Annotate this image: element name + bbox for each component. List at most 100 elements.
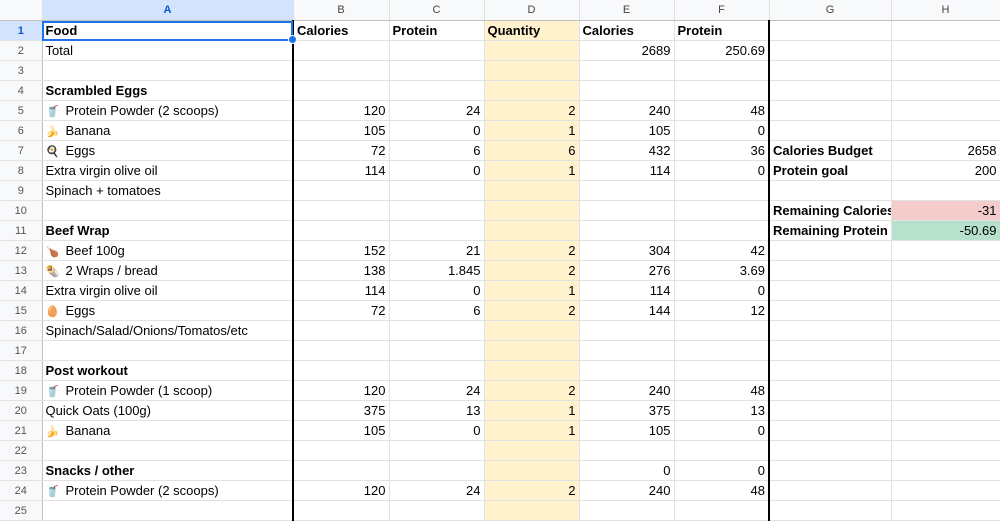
cell-b[interactable]: 375 bbox=[292, 400, 390, 421]
cell-g[interactable] bbox=[769, 260, 892, 281]
cell-c[interactable] bbox=[389, 460, 485, 481]
cell-c[interactable]: 0 bbox=[389, 280, 485, 301]
cell-a[interactable]: Total bbox=[42, 40, 294, 61]
cell-b[interactable]: 152 bbox=[292, 240, 390, 261]
cell-e[interactable] bbox=[579, 500, 675, 521]
cell-h[interactable] bbox=[891, 300, 1000, 321]
cell-d[interactable]: 2 bbox=[484, 300, 580, 321]
cell-c[interactable] bbox=[389, 200, 485, 221]
cell-a[interactable]: 🍌 Banana bbox=[42, 120, 294, 141]
cell-b[interactable]: Calories bbox=[292, 20, 390, 41]
cell-f[interactable]: 0 bbox=[674, 160, 770, 181]
column-header-a[interactable]: A bbox=[42, 0, 294, 21]
cell-f[interactable]: 12 bbox=[674, 300, 770, 321]
cell-a[interactable]: 🥤 Protein Powder (1 scoop) bbox=[42, 380, 294, 401]
cell-e[interactable] bbox=[579, 220, 675, 241]
cell-a[interactable] bbox=[42, 500, 294, 521]
cell-g[interactable] bbox=[769, 380, 892, 401]
cell-d[interactable] bbox=[484, 440, 580, 461]
row-number[interactable]: 11 bbox=[0, 220, 43, 241]
cell-a[interactable]: 🥤 Protein Powder (2 scoops) bbox=[42, 480, 294, 501]
cell-e[interactable] bbox=[579, 200, 675, 221]
cell-g[interactable] bbox=[769, 80, 892, 101]
cell-e[interactable]: 0 bbox=[579, 460, 675, 481]
column-header-f[interactable]: F bbox=[674, 0, 770, 21]
cell-a[interactable]: Beef Wrap bbox=[42, 220, 294, 241]
cell-e[interactable]: 276 bbox=[579, 260, 675, 281]
cell-b[interactable] bbox=[292, 320, 390, 341]
cell-h[interactable]: -50.69 bbox=[891, 220, 1000, 241]
cell-e[interactable] bbox=[579, 440, 675, 461]
cell-h[interactable] bbox=[891, 80, 1000, 101]
cell-d[interactable] bbox=[484, 180, 580, 201]
cell-g[interactable]: Remaining Protein bbox=[769, 220, 892, 241]
cell-b[interactable]: 138 bbox=[292, 260, 390, 281]
cell-c[interactable]: 1.845 bbox=[389, 260, 485, 281]
cell-c[interactable] bbox=[389, 360, 485, 381]
cell-e[interactable] bbox=[579, 340, 675, 361]
cell-d[interactable] bbox=[484, 40, 580, 61]
cell-b[interactable]: 120 bbox=[292, 380, 390, 401]
row-number[interactable]: 23 bbox=[0, 460, 43, 481]
cell-c[interactable]: Protein bbox=[389, 20, 485, 41]
cell-e[interactable]: 432 bbox=[579, 140, 675, 161]
cell-b[interactable]: 105 bbox=[292, 420, 390, 441]
row-number[interactable]: 17 bbox=[0, 340, 43, 361]
cell-c[interactable]: 24 bbox=[389, 480, 485, 501]
cell-h[interactable] bbox=[891, 440, 1000, 461]
cell-g[interactable] bbox=[769, 120, 892, 141]
cell-b[interactable] bbox=[292, 180, 390, 201]
cell-h[interactable]: 200 bbox=[891, 160, 1000, 181]
cell-c[interactable] bbox=[389, 340, 485, 361]
cell-d[interactable]: 1 bbox=[484, 420, 580, 441]
cell-d[interactable] bbox=[484, 340, 580, 361]
row-number[interactable]: 20 bbox=[0, 400, 43, 421]
cell-a[interactable] bbox=[42, 200, 294, 221]
cell-c[interactable] bbox=[389, 440, 485, 461]
cell-e[interactable]: Calories bbox=[579, 20, 675, 41]
cell-b[interactable]: 72 bbox=[292, 300, 390, 321]
cell-g[interactable] bbox=[769, 180, 892, 201]
cell-g[interactable]: Protein goal bbox=[769, 160, 892, 181]
cell-g[interactable] bbox=[769, 480, 892, 501]
cell-c[interactable]: 0 bbox=[389, 160, 485, 181]
row-number[interactable]: 19 bbox=[0, 380, 43, 401]
cell-g[interactable] bbox=[769, 320, 892, 341]
cell-h[interactable] bbox=[891, 480, 1000, 501]
cell-d[interactable] bbox=[484, 320, 580, 341]
column-header-g[interactable]: G bbox=[769, 0, 892, 21]
cell-h[interactable] bbox=[891, 400, 1000, 421]
cell-e[interactable] bbox=[579, 80, 675, 101]
cell-g[interactable] bbox=[769, 440, 892, 461]
cell-d[interactable]: Quantity bbox=[484, 20, 580, 41]
cell-c[interactable] bbox=[389, 40, 485, 61]
cell-d[interactable]: 6 bbox=[484, 140, 580, 161]
cell-h[interactable] bbox=[891, 60, 1000, 81]
cell-h[interactable] bbox=[891, 460, 1000, 481]
cell-b[interactable]: 114 bbox=[292, 280, 390, 301]
cell-c[interactable]: 0 bbox=[389, 120, 485, 141]
cell-b[interactable] bbox=[292, 500, 390, 521]
cell-a[interactable]: 🍌 Banana bbox=[42, 420, 294, 441]
cell-e[interactable] bbox=[579, 360, 675, 381]
cell-g[interactable] bbox=[769, 240, 892, 261]
cell-f[interactable]: 48 bbox=[674, 480, 770, 501]
cell-h[interactable] bbox=[891, 380, 1000, 401]
cell-a[interactable]: Post workout bbox=[42, 360, 294, 381]
cell-b[interactable]: 105 bbox=[292, 120, 390, 141]
cell-e[interactable]: 114 bbox=[579, 280, 675, 301]
cell-f[interactable]: 250.69 bbox=[674, 40, 770, 61]
cell-c[interactable]: 21 bbox=[389, 240, 485, 261]
row-number[interactable]: 18 bbox=[0, 360, 43, 381]
cell-g[interactable] bbox=[769, 360, 892, 381]
cell-b[interactable] bbox=[292, 220, 390, 241]
cell-f[interactable]: 13 bbox=[674, 400, 770, 421]
cell-d[interactable] bbox=[484, 500, 580, 521]
cell-a[interactable] bbox=[42, 340, 294, 361]
cell-a[interactable]: Extra virgin olive oil bbox=[42, 160, 294, 181]
cell-d[interactable] bbox=[484, 460, 580, 481]
cell-g[interactable]: Remaining Calories bbox=[769, 200, 892, 221]
cell-g[interactable] bbox=[769, 100, 892, 121]
cell-d[interactable]: 2 bbox=[484, 480, 580, 501]
cell-h[interactable] bbox=[891, 420, 1000, 441]
